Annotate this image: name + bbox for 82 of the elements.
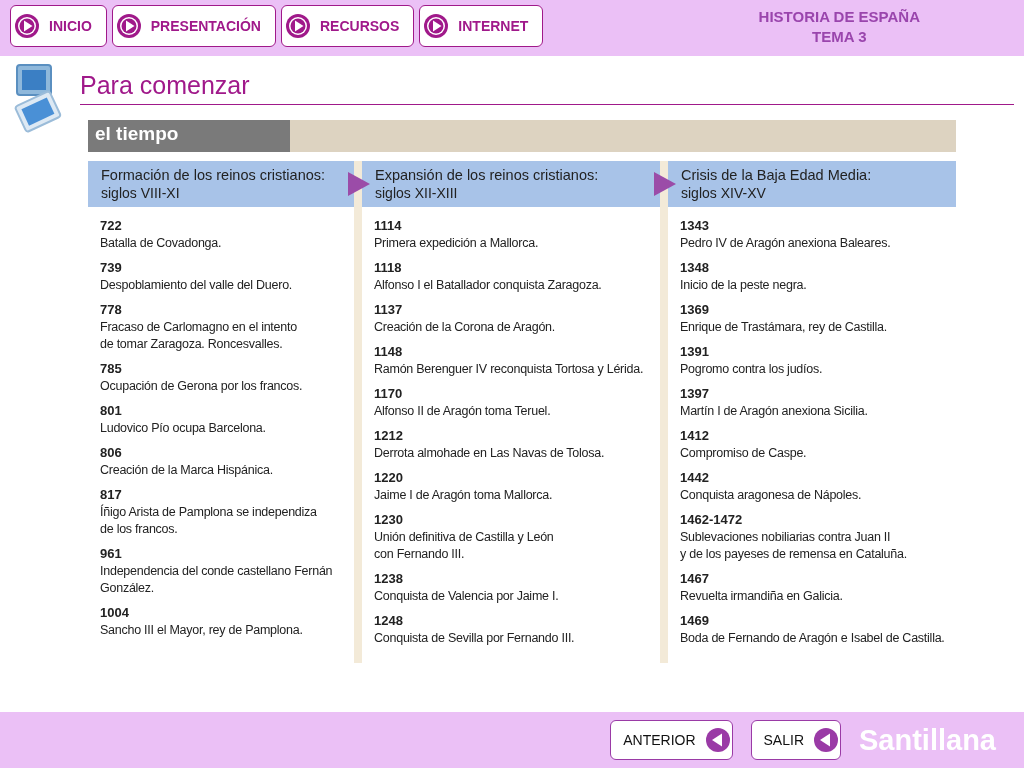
event-description: Unión definitiva de Castilla y León con Fernando III. [374, 529, 555, 563]
footer-button[interactable]: ANTERIOR [610, 720, 733, 760]
event-year: 1238 [374, 570, 404, 588]
event-description: Inicio de la peste negra. [680, 277, 808, 294]
event-description: Derrota almohade en Las Navas de Tolosa. [374, 445, 606, 462]
event-year: 1462-1472 [680, 511, 744, 529]
monitor-icon [12, 62, 62, 134]
event-description: Batalla de Covadonga. [100, 235, 223, 252]
event-year: 1230 [374, 511, 404, 529]
panel-title: el tiempo [88, 120, 290, 152]
brand-logo-text: Santillana [859, 723, 996, 757]
nav-button[interactable]: PRESENTACIÓN [111, 5, 276, 47]
event-description: Pedro IV de Aragón anexiona Baleares. [680, 235, 892, 252]
event-year: 817 [100, 486, 123, 504]
event-description: Creación de la Corona de Aragón. [374, 319, 556, 336]
event-year: 1212 [374, 427, 404, 445]
event-description: Sublevaciones nobiliarias contra Juan II y de los payeses de remensa en Cataluña. [680, 529, 908, 563]
event-year: 1469 [680, 612, 710, 630]
event-year: 1220 [374, 469, 404, 487]
event-description: Martín I de Aragón anexiona Sicilia. [680, 403, 869, 420]
play-icon [15, 14, 39, 38]
event-description: Compromiso de Caspe. [680, 445, 808, 462]
event-year: 1369 [680, 301, 710, 319]
event-year: 1391 [680, 343, 710, 361]
event-description: Creación de la Marca Hispánica. [100, 462, 274, 479]
course-subtitle: TEMA 3 [811, 27, 868, 47]
event-description: Primera expedición a Mallorca. [374, 235, 540, 252]
event-description: Pogromo contra los judíos. [680, 361, 824, 378]
event-year: 1170 [374, 385, 404, 403]
event-description: Alfonso I el Batallador conquista Zaragoza. [374, 277, 603, 294]
event-year: 961 [100, 545, 123, 563]
event-year: 1114 [374, 217, 403, 235]
play-icon [116, 14, 141, 38]
event-description: Conquista de Sevilla por Fernando III. [374, 630, 576, 647]
event-description: Enrique de Trastámara, rey de Castilla. [680, 319, 889, 336]
column-subheading: siglos VIII-XI [101, 184, 181, 203]
event-year: 1397 [680, 385, 710, 403]
event-year: 801 [100, 402, 123, 420]
event-year: 785 [100, 360, 123, 378]
event-description: Ocupación de Gerona por los francos. [100, 378, 304, 395]
event-year: 1148 [374, 343, 404, 361]
event-year: 1004 [100, 604, 130, 622]
column-subheading: siglos XIV-XV [681, 184, 767, 203]
nav-button[interactable]: INTERNET [419, 5, 544, 47]
event-description: Alfonso II de Aragón toma Teruel. [374, 403, 552, 420]
event-year: 806 [100, 444, 123, 462]
column-heading: Formación de los reinos cristianos: [101, 166, 327, 184]
event-year: 778 [100, 301, 123, 319]
event-year: 722 [100, 217, 123, 235]
triangle-arrow-icon [654, 172, 676, 196]
event-description: Despoblamiento del valle del Duero. [100, 277, 294, 294]
play-icon [424, 14, 449, 38]
nav-button[interactable]: INICIO [10, 5, 107, 47]
page-title: Para comenzar [80, 70, 251, 100]
event-year: 1348 [680, 259, 710, 277]
footer-button[interactable]: SALIR [750, 720, 841, 760]
event-year: 1343 [680, 217, 710, 235]
course-title: HISTORIA DE ESPAÑA [758, 7, 920, 27]
column-subheading: siglos XII-XIII [375, 184, 459, 203]
column-heading: Crisis de la Baja Edad Media: [681, 166, 873, 184]
event-year: 1412 [680, 427, 710, 445]
event-description: Fracaso de Carlomagno en el intento de tomar Zaragoza. Roncesvalles. [100, 319, 298, 353]
event-description: Independencia del conde castellano Fernán González. [100, 563, 334, 597]
event-description: Revuelta irmandiña en Galicia. [680, 588, 844, 605]
triangle-arrow-icon [348, 172, 370, 196]
event-year: 739 [100, 259, 123, 277]
event-description: Ludovico Pío ocupa Barcelona. [100, 420, 267, 437]
nav-button[interactable]: RECURSOS [281, 5, 415, 47]
play-icon [286, 14, 310, 38]
event-year: 1248 [374, 612, 404, 630]
event-year: 1118 [374, 259, 403, 277]
column-heading: Expansión de los reinos cristianos: [375, 166, 600, 184]
event-description: Conquista de Valencia por Jaime I. [374, 588, 560, 605]
event-description: Conquista aragonesa de Nápoles. [680, 487, 863, 504]
event-description: Ramón Berenguer IV reconquista Tortosa y Lérida. [374, 361, 645, 378]
event-description: Íñigo Arista de Pamplona se independiza de los francos. [100, 504, 318, 538]
event-description: Boda de Fernando de Aragón e Isabel de Castilla. [680, 630, 946, 647]
event-year: 1467 [680, 570, 710, 588]
event-year: 1442 [680, 469, 710, 487]
event-description: Sancho III el Mayor, rey de Pamplona. [100, 622, 304, 639]
event-year: 1137 [374, 301, 404, 319]
event-description: Jaime I de Aragón toma Mallorca. [374, 487, 554, 504]
